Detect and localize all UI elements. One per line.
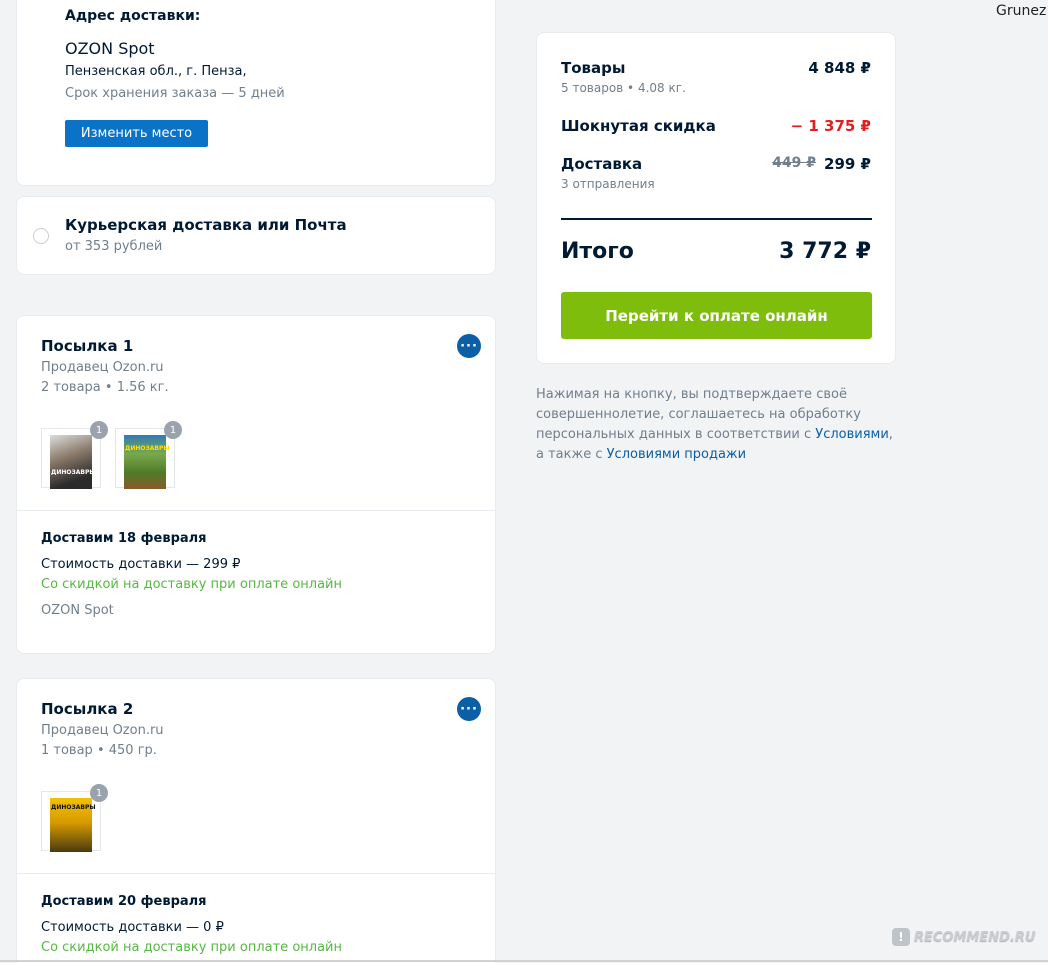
change-place-button[interactable]: Изменить место	[65, 120, 208, 147]
consent-line: совершеннолетие, соглашаетесь на обработ…	[536, 407, 861, 422]
address-line: Пензенская обл., г. Пенза,	[65, 64, 247, 79]
delivery-label: Доставка	[561, 155, 643, 173]
discount-label: Шокнутая скидка	[561, 117, 716, 135]
quantity-badge: 1	[90, 421, 108, 439]
parcel-card-2: Посылка 2 ··· Продавец Ozon.ru 1 товар •…	[16, 678, 496, 963]
parcel-more-button[interactable]: ···	[457, 697, 481, 721]
delivery-cost: Стоимость доставки — 0 ₽	[41, 920, 224, 935]
parcel-info: 1 товар • 450 гр.	[41, 743, 157, 758]
goods-value: 4 848 ₽	[808, 59, 871, 77]
consent-line: Нажимая на кнопку, вы подтверждаете своё	[536, 387, 847, 402]
product-thumb[interactable]: ДИНОЗАВРЫ	[115, 428, 175, 489]
more-dots-icon: ···	[460, 338, 478, 354]
discount-value: − 1 375 ₽	[790, 117, 871, 135]
quantity-badge: 1	[90, 784, 108, 802]
courier-price: от 353 рублей	[65, 239, 163, 254]
goods-sub: 5 товаров • 4.08 кг.	[561, 81, 686, 95]
parcel-seller: Продавец Ozon.ru	[41, 723, 164, 738]
consent-text: Нажимая на кнопку, вы подтверждаете своё…	[536, 385, 893, 465]
total-divider	[561, 218, 872, 220]
book-cover-dinosaurs-green-icon: ДИНОЗАВРЫ	[124, 435, 170, 489]
parcel-seller: Продавец Ozon.ru	[41, 360, 164, 375]
delivery-sub: 3 отправления	[561, 177, 655, 191]
bottom-border	[0, 960, 1048, 962]
total-label: Итого	[561, 239, 634, 264]
delivery-date: Доставим 20 февраля	[41, 894, 207, 909]
consent-line: персональных данных в соответствии с Усл…	[536, 427, 893, 442]
parcel-title: Посылка 2	[41, 700, 134, 718]
discount-note: Со скидкой на доставку при оплате онлайн	[41, 940, 342, 955]
delivery-cost: Стоимость доставки — 299 ₽	[41, 557, 241, 572]
parcel-info: 2 товара • 1.56 кг.	[41, 380, 169, 395]
divider	[17, 510, 495, 511]
goods-label: Товары	[561, 59, 626, 77]
order-summary-card: Товары 4 848 ₽ 5 товаров • 4.08 кг. Шокн…	[536, 32, 896, 364]
watermark-logo-icon: !	[892, 928, 910, 946]
parcel-title: Посылка 1	[41, 337, 134, 355]
courier-option-card[interactable]: Курьерская доставка или Почта от 353 руб…	[16, 196, 496, 275]
parcel-card-1: Посылка 1 ··· Продавец Ozon.ru 2 товара …	[16, 315, 496, 654]
pickup-point: OZON Spot	[41, 603, 114, 618]
courier-radio[interactable]	[33, 228, 49, 244]
user-name[interactable]: Grunez	[996, 3, 1046, 19]
product-thumb[interactable]: ДИНОЗАВРЫ	[41, 791, 101, 852]
book-cover-dinosaurs-icon: ДИНОЗАВРЫ	[50, 435, 96, 489]
delivery-old-price: 449 ₽	[772, 155, 816, 171]
discount-note: Со скидкой на доставку при оплате онлайн	[41, 577, 342, 592]
storage-period: Срок хранения заказа — 5 дней	[65, 86, 285, 101]
quantity-badge: 1	[164, 421, 182, 439]
product-thumb[interactable]: ДИНОЗАВРЫ	[41, 428, 101, 489]
more-dots-icon: ···	[460, 701, 478, 717]
delivery-value: 299 ₽	[824, 155, 871, 173]
delivery-address-card: Адрес доставки: OZON Spot Пензенская обл…	[16, 0, 496, 186]
book-cover-atlas-icon: ДИНОЗАВРЫ	[50, 798, 96, 852]
terms-link[interactable]: Условиями	[815, 427, 889, 442]
parcel-more-button[interactable]: ···	[457, 334, 481, 358]
divider	[17, 873, 495, 874]
courier-title: Курьерская доставка или Почта	[65, 216, 347, 234]
pickup-place-name: OZON Spot	[65, 39, 155, 58]
watermark: ! RECOMMEND.RU	[892, 928, 1035, 946]
total-value: 3 772 ₽	[779, 239, 871, 264]
consent-line: а также с Условиями продажи	[536, 447, 747, 462]
pay-online-button[interactable]: Перейти к оплате онлайн	[561, 292, 872, 339]
delivery-date: Доставим 18 февраля	[41, 531, 207, 546]
address-heading: Адрес доставки:	[65, 8, 201, 24]
sale-terms-link[interactable]: Условиями продажи	[607, 447, 746, 462]
